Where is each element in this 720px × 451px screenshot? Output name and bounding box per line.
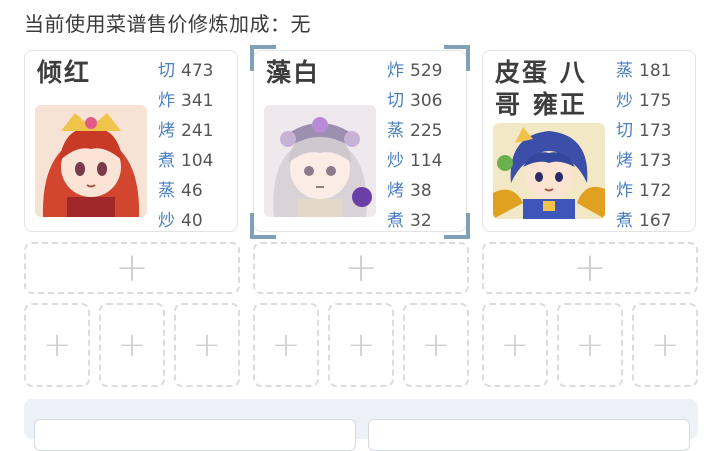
skill-value: 32 (410, 211, 432, 231)
skill-label: 炒 (387, 151, 404, 171)
stat-row: 切 306 (387, 86, 467, 116)
add-recipe-slot[interactable]: + (253, 303, 319, 387)
skill-label: 烤 (158, 121, 175, 141)
skill-label: 煮 (387, 211, 404, 231)
chef-name: 藻白 (266, 58, 321, 87)
add-equipment-slot[interactable]: + (253, 242, 469, 294)
skill-value: 40 (181, 211, 203, 231)
stat-row: 炒 175 (616, 86, 696, 116)
skill-value: 38 (410, 181, 432, 201)
plus-icon: + (575, 325, 605, 365)
add-recipe-slot[interactable]: + (24, 303, 90, 387)
add-recipe-slot[interactable]: + (557, 303, 623, 387)
stat-row: 炒 40 (158, 206, 238, 236)
plus-icon: + (271, 325, 301, 365)
skill-value: 46 (181, 181, 203, 201)
skill-value: 104 (181, 151, 214, 171)
chef-stats: 蒸 181 炒 175 切 173 烤 173 炸 172 煮 167 (616, 56, 696, 236)
add-recipe-slot[interactable]: + (99, 303, 165, 387)
add-recipe-slot[interactable]: + (328, 303, 394, 387)
skill-label: 炒 (158, 211, 175, 231)
plus-icon: + (346, 325, 376, 365)
skill-value: 529 (410, 61, 443, 81)
chef-portrait (264, 105, 376, 217)
chef-card-2-selected[interactable]: 藻白 炸 529 切 306 蒸 225 炒 114 烤 38 煮 32 (250, 45, 470, 239)
plus-icon: + (42, 325, 72, 365)
stat-row: 炸 529 (387, 56, 467, 86)
skill-label: 炸 (387, 61, 404, 81)
plus-icon: + (344, 245, 378, 291)
plus-icon: + (192, 325, 222, 365)
recipe-price-bonus-label: 当前使用菜谱售价修炼加成：无 (24, 12, 311, 36)
plus-icon: + (117, 325, 147, 365)
chef-portrait (35, 105, 147, 217)
skill-label: 炒 (616, 91, 633, 111)
stat-row: 炸 172 (616, 176, 696, 206)
stat-row: 切 173 (616, 116, 696, 146)
skill-label: 烤 (616, 151, 633, 171)
stat-row: 蒸 181 (616, 56, 696, 86)
add-recipe-slot[interactable]: + (403, 303, 469, 387)
skill-value: 172 (639, 181, 672, 201)
skill-label: 蒸 (158, 181, 175, 201)
bottom-button-left[interactable] (34, 419, 356, 451)
plus-icon: + (115, 245, 149, 291)
stat-row: 蒸 46 (158, 176, 238, 206)
skill-value: 306 (410, 91, 443, 111)
stat-row: 煮 32 (387, 206, 467, 236)
skill-label: 煮 (616, 211, 633, 231)
stat-row: 煮 167 (616, 206, 696, 236)
skill-value: 341 (181, 91, 214, 111)
chef-card-1[interactable]: 倾红 切 473 炸 341 烤 241 煮 104 蒸 46 炒 40 (24, 50, 238, 232)
chef-stats: 炸 529 切 306 蒸 225 炒 114 烤 38 煮 32 (387, 56, 467, 236)
skill-value: 175 (639, 91, 672, 111)
stat-row: 煮 104 (158, 146, 238, 176)
skill-value: 114 (410, 151, 443, 171)
skill-label: 煮 (158, 151, 175, 171)
stat-row: 烤 173 (616, 146, 696, 176)
chef-name: 倾红 (37, 58, 92, 87)
skill-value: 173 (639, 121, 672, 141)
skill-value: 181 (639, 61, 672, 81)
stat-row: 烤 38 (387, 176, 467, 206)
skill-label: 切 (616, 121, 633, 141)
plus-icon: + (573, 245, 607, 291)
bottom-button-right[interactable] (368, 419, 690, 451)
skill-label: 切 (158, 61, 175, 81)
skill-label: 炸 (158, 91, 175, 111)
skill-label: 烤 (387, 181, 404, 201)
skill-label: 炸 (616, 181, 633, 201)
stat-row: 蒸 225 (387, 116, 467, 146)
add-recipe-slot[interactable]: + (632, 303, 698, 387)
skill-value: 225 (410, 121, 443, 141)
chef-stats: 切 473 炸 341 烤 241 煮 104 蒸 46 炒 40 (158, 56, 238, 236)
stat-row: 切 473 (158, 56, 238, 86)
chef-name: 皮蛋 八哥 雍正 (495, 58, 587, 119)
skill-label: 切 (387, 91, 404, 111)
skill-value: 473 (181, 61, 214, 81)
skill-label: 蒸 (616, 61, 633, 81)
plus-icon: + (500, 325, 530, 365)
add-recipe-slot[interactable]: + (482, 303, 548, 387)
stat-row: 炒 114 (387, 146, 467, 176)
bottom-action-panel (24, 399, 698, 451)
plus-icon: + (650, 325, 680, 365)
chef-portrait (493, 123, 605, 219)
stat-row: 烤 241 (158, 116, 238, 146)
add-equipment-slot[interactable]: + (482, 242, 698, 294)
add-equipment-slot[interactable]: + (24, 242, 240, 294)
add-recipe-slot[interactable]: + (174, 303, 240, 387)
skill-value: 167 (639, 211, 672, 231)
stat-row: 炸 341 (158, 86, 238, 116)
skill-value: 241 (181, 121, 214, 141)
chef-card-3[interactable]: 皮蛋 八哥 雍正 蒸 181 炒 175 切 173 烤 173 炸 172 煮 167 (482, 50, 696, 232)
plus-icon: + (421, 325, 451, 365)
skill-value: 173 (639, 151, 672, 171)
skill-label: 蒸 (387, 121, 404, 141)
